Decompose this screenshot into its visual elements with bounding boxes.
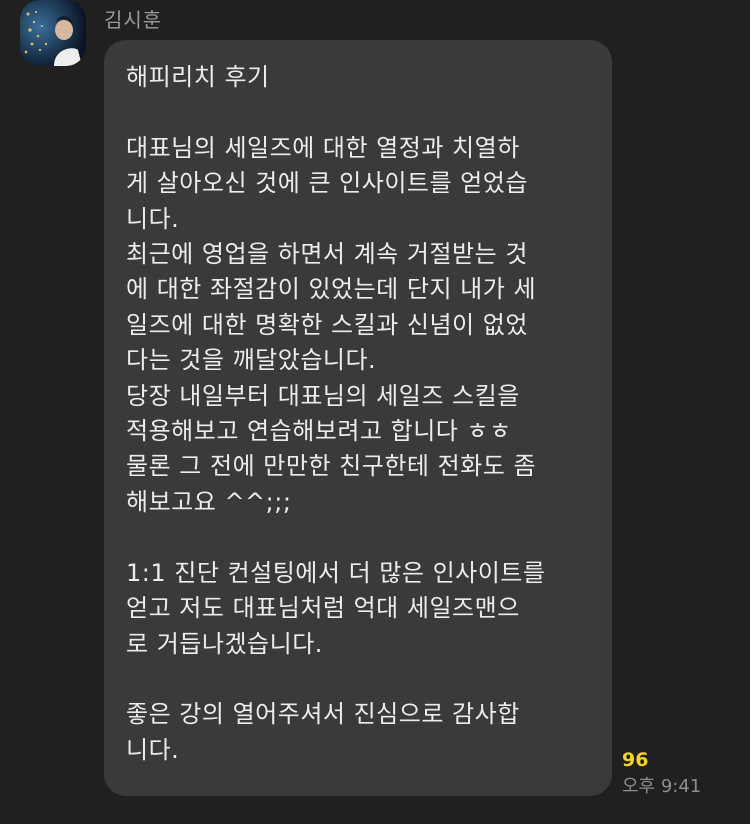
avatar-photo-icon [20,0,86,66]
unread-count-badge: 96 [622,749,649,771]
message-meta: 96 오후 9:41 [622,748,701,800]
message-bubble[interactable]: 해피리치 후기 대표님의 세일즈에 대한 열정과 치열하 게 살아오신 것에 큰… [104,40,612,796]
message-text: 해피리치 후기 대표님의 세일즈에 대한 열정과 치열하 게 살아오신 것에 큰… [126,63,546,764]
sender-name: 김시훈 [104,8,163,32]
message-timestamp: 오후 9:41 [622,776,702,797]
sender-avatar[interactable] [20,0,86,66]
